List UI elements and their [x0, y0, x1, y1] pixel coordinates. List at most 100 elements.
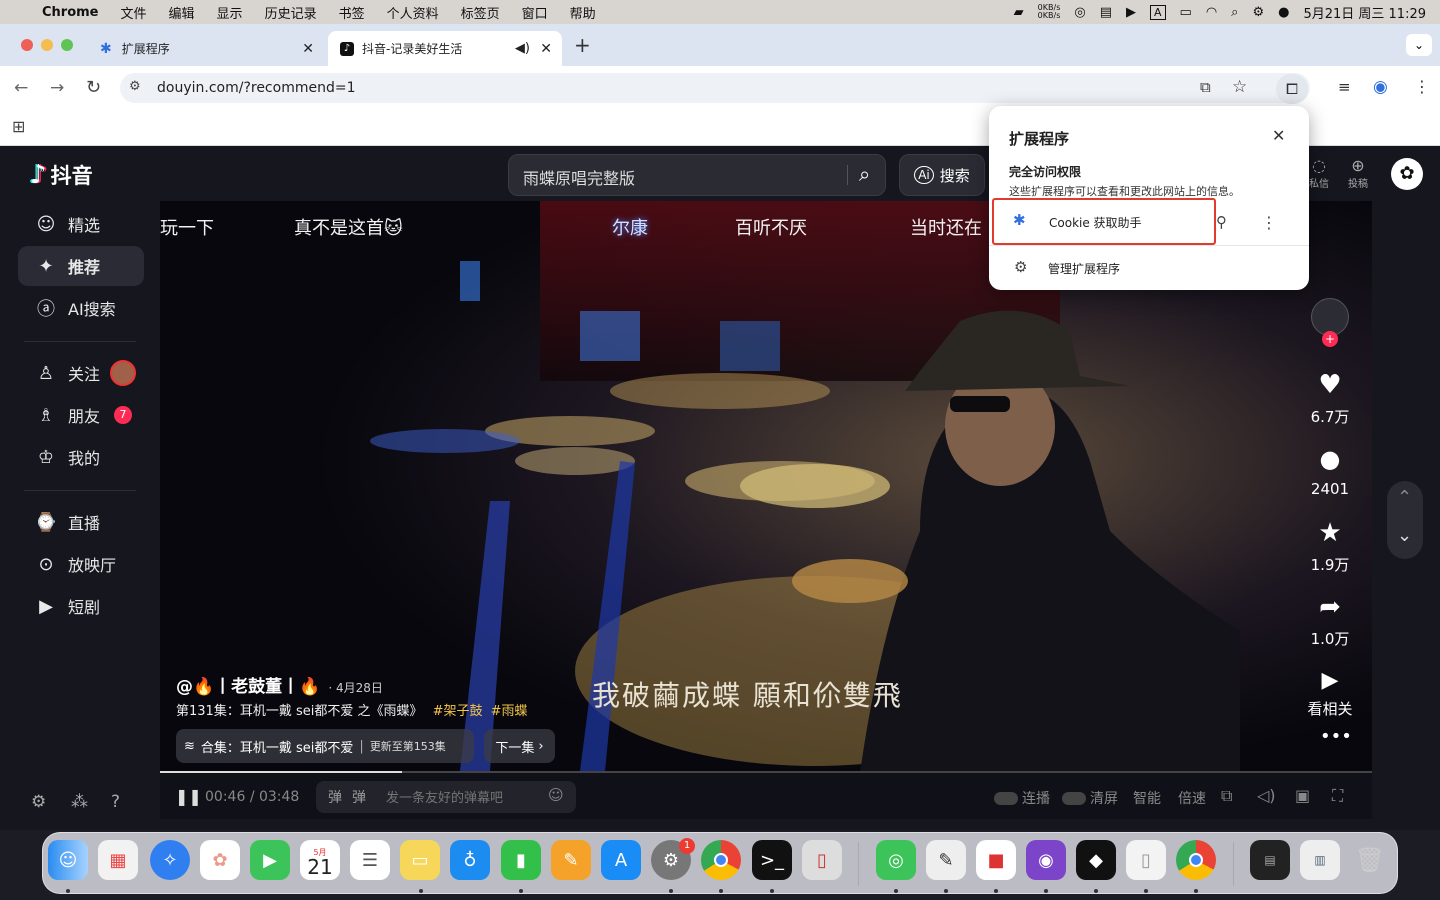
manage-extensions-button[interactable]: ⚙ 管理扩展程序: [989, 254, 1309, 282]
author-name[interactable]: @🔥丨老鼓董丨🔥: [176, 672, 320, 697]
hashtag[interactable]: #雨蝶: [491, 704, 528, 719]
pin-icon[interactable]: ⚲: [1216, 213, 1227, 231]
chrome-icon-2[interactable]: [1176, 840, 1216, 880]
document-icon[interactable]: ▯: [1126, 840, 1166, 880]
share-button[interactable]: ➦ 1.0万: [1300, 592, 1360, 649]
install-app-icon[interactable]: ⧉: [1200, 78, 1211, 96]
battery-icon[interactable]: ▭: [1180, 5, 1192, 20]
pdf-app-icon[interactable]: ■: [976, 840, 1016, 880]
extensions-button[interactable]: ⧠: [1276, 74, 1308, 104]
close-tab-icon[interactable]: ✕: [302, 41, 314, 57]
nav-recommend[interactable]: ✦ 推荐: [18, 246, 144, 286]
reload-button[interactable]: ↻: [86, 77, 101, 98]
follow-plus-icon[interactable]: +: [1322, 331, 1338, 347]
danmaku-toggle-icon[interactable]: 弹: [328, 787, 342, 807]
extension-menu-icon[interactable]: ⋮: [1261, 213, 1277, 232]
nav-short-drama[interactable]: ▶ 短剧: [18, 586, 144, 626]
nav-following[interactable]: ♙ 关注: [18, 353, 144, 393]
fullscreen-icon[interactable]: ⛶: [1332, 786, 1343, 806]
nav-cinema[interactable]: ⊙ 放映厅: [18, 544, 144, 584]
previous-video-icon[interactable]: ⌃: [1397, 487, 1412, 508]
volume-icon[interactable]: ◁): [1257, 786, 1276, 805]
next-video-icon[interactable]: ⌄: [1397, 525, 1412, 546]
pause-button[interactable]: ❚❚: [175, 787, 202, 806]
new-tab-button[interactable]: +: [574, 33, 591, 57]
wechat-icon[interactable]: ◎: [876, 840, 916, 880]
recent-window-thumbnail[interactable]: ▤: [1250, 840, 1290, 880]
nav-me[interactable]: ♔ 我的: [18, 437, 144, 477]
menu-app-name[interactable]: Chrome: [42, 5, 99, 20]
douyin-logo[interactable]: ♪ 抖音: [30, 160, 93, 190]
bookmark-star-icon[interactable]: ☆: [1232, 77, 1247, 97]
calendar-icon[interactable]: 5月 21: [300, 840, 340, 880]
menu-file[interactable]: 文件: [121, 3, 147, 22]
ai-search-button[interactable]: Ai 搜索: [899, 154, 985, 196]
input-method-icon[interactable]: A: [1150, 4, 1166, 20]
autoplay-toggle[interactable]: 连播: [994, 788, 1050, 808]
help-icon[interactable]: ?: [111, 792, 120, 812]
quality-button[interactable]: 智能: [1133, 788, 1161, 808]
chrome-icon[interactable]: [701, 840, 741, 880]
tab-extensions[interactable]: ✱ 扩展程序 ✕: [88, 31, 324, 66]
nav-live[interactable]: ⌚ 直播: [18, 502, 144, 542]
facetime-icon[interactable]: ▶: [250, 840, 290, 880]
comment-button[interactable]: ● 2401: [1300, 444, 1360, 498]
nav-ai-search[interactable]: ⓐ AI搜索: [18, 288, 144, 328]
close-window-button[interactable]: [21, 39, 33, 51]
pages-icon[interactable]: ✎: [551, 840, 591, 880]
messages-button[interactable]: ◌ 私信: [1305, 156, 1333, 190]
search-box[interactable]: 雨蝶原唱完整版 ⌕: [508, 154, 886, 196]
tab-douyin[interactable]: ♪ 抖音-记录美好生活 ◀) ✕: [328, 31, 562, 66]
zoom-window-button[interactable]: [61, 39, 73, 51]
more-options-icon[interactable]: •••: [1320, 726, 1352, 747]
safari-icon[interactable]: ✧: [150, 840, 190, 880]
url-text[interactable]: douyin.com/?recommend=1: [157, 80, 355, 96]
menu-view[interactable]: 显示: [217, 3, 243, 22]
collection-chip[interactable]: ≋ 合集：耳机一戴 sei都不爱 | 更新至第153集: [176, 729, 474, 763]
menu-help[interactable]: 帮助: [570, 3, 596, 22]
pip-icon[interactable]: ▣: [1295, 786, 1310, 805]
upload-button[interactable]: ⊕ 投稿: [1344, 156, 1372, 190]
search-icon[interactable]: ⌕: [1231, 5, 1238, 20]
launchpad-icon[interactable]: ▦: [98, 840, 138, 880]
next-episode-button[interactable]: 下一集 ›: [484, 729, 555, 763]
nav-friends[interactable]: ♗ 朋友 7: [18, 395, 144, 435]
clock[interactable]: 5月21日 周三 11:29: [1303, 3, 1426, 22]
danmaku-settings-icon[interactable]: 弹: [352, 787, 366, 807]
github-desktop-icon[interactable]: ◉: [1026, 840, 1066, 880]
search-icon[interactable]: ⌕: [859, 162, 870, 186]
back-button[interactable]: ←: [14, 78, 28, 98]
settings-icon[interactable]: ⚙: [31, 792, 46, 812]
terminal-icon[interactable]: >_: [752, 840, 792, 880]
close-popup-icon[interactable]: ✕: [1272, 126, 1285, 145]
speed-button[interactable]: 倍速: [1178, 788, 1206, 808]
notes-icon[interactable]: ▭: [400, 840, 440, 880]
chrome-menu-icon[interactable]: ⋮: [1414, 77, 1430, 96]
danmaku-input[interactable]: [386, 786, 536, 808]
reminders-icon[interactable]: ☰: [350, 840, 390, 880]
control-center-icon[interactable]: ⚙: [1252, 5, 1264, 20]
omnibox[interactable]: ⚙ douyin.com/?recommend=1 ⧉ ☆: [120, 73, 1310, 103]
miniplayer-icon[interactable]: ⧉: [1221, 786, 1232, 806]
finder-icon[interactable]: ☺: [48, 840, 88, 880]
extension-item[interactable]: ✱ Cookie 获取助手: [992, 198, 1216, 245]
iphone-mirroring-icon[interactable]: ▯: [802, 840, 842, 880]
more-apps-icon[interactable]: ⁂: [71, 792, 88, 812]
close-tab-icon[interactable]: ✕: [540, 41, 552, 57]
downloads-stack-icon[interactable]: ▥: [1300, 840, 1340, 880]
menu-profiles[interactable]: 个人资料: [387, 3, 439, 22]
cursor-icon[interactable]: ◆: [1076, 840, 1116, 880]
menu-bookmarks[interactable]: 书签: [339, 3, 365, 22]
textedit-icon[interactable]: ✎: [926, 840, 966, 880]
wifi-icon[interactable]: ◠: [1206, 5, 1217, 20]
siri-icon[interactable]: ●: [1278, 5, 1289, 20]
profile-avatar-icon[interactable]: ◉: [1373, 77, 1388, 97]
nav-featured[interactable]: ☺ 精选: [18, 204, 144, 244]
menu-window[interactable]: 窗口: [522, 3, 548, 22]
play-status-icon[interactable]: ▶: [1126, 5, 1136, 20]
search-input[interactable]: 雨蝶原唱完整版: [523, 165, 635, 189]
emoji-icon[interactable]: ☺: [548, 786, 564, 804]
audio-playing-icon[interactable]: ◀): [515, 41, 530, 56]
apps-grid-icon[interactable]: ⊞: [12, 117, 25, 136]
tab-search-button[interactable]: ⌄: [1406, 34, 1432, 56]
